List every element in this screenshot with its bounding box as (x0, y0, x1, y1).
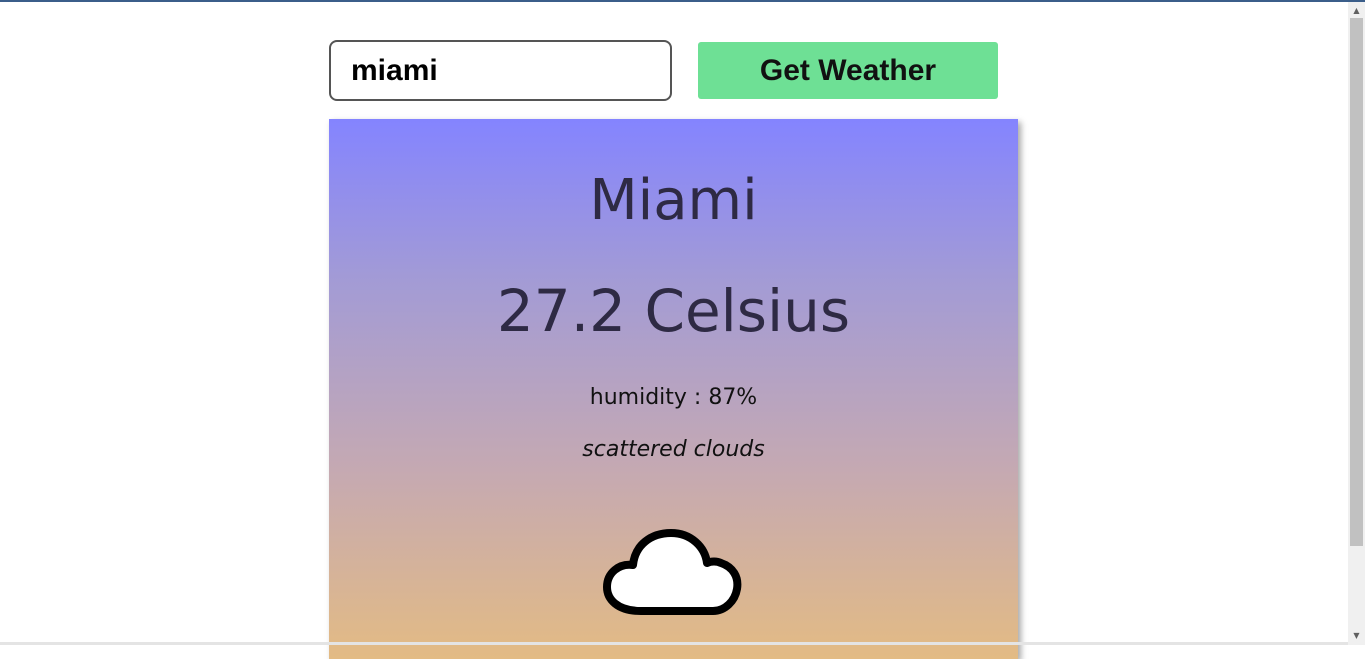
humidity: humidity : 87% (589, 385, 758, 410)
cloud-icon (603, 529, 742, 615)
city-search-input[interactable] (329, 40, 672, 101)
scroll-thumb[interactable] (1350, 18, 1363, 546)
temperature: 27.2 Celsius (496, 277, 851, 345)
weather-description: scattered clouds (582, 437, 765, 462)
top-border (0, 0, 1365, 2)
scroll-up-arrow-icon[interactable]: ▲ (1348, 4, 1365, 18)
weather-card: Miami 27.2 Celsius humidity : 87% scatte… (329, 119, 1018, 659)
get-weather-button[interactable]: Get Weather (698, 42, 998, 99)
vertical-scrollbar[interactable]: ▲ ▼ (1348, 2, 1365, 645)
city-name: Miami (589, 168, 758, 233)
scroll-down-arrow-icon[interactable]: ▼ (1348, 629, 1365, 643)
